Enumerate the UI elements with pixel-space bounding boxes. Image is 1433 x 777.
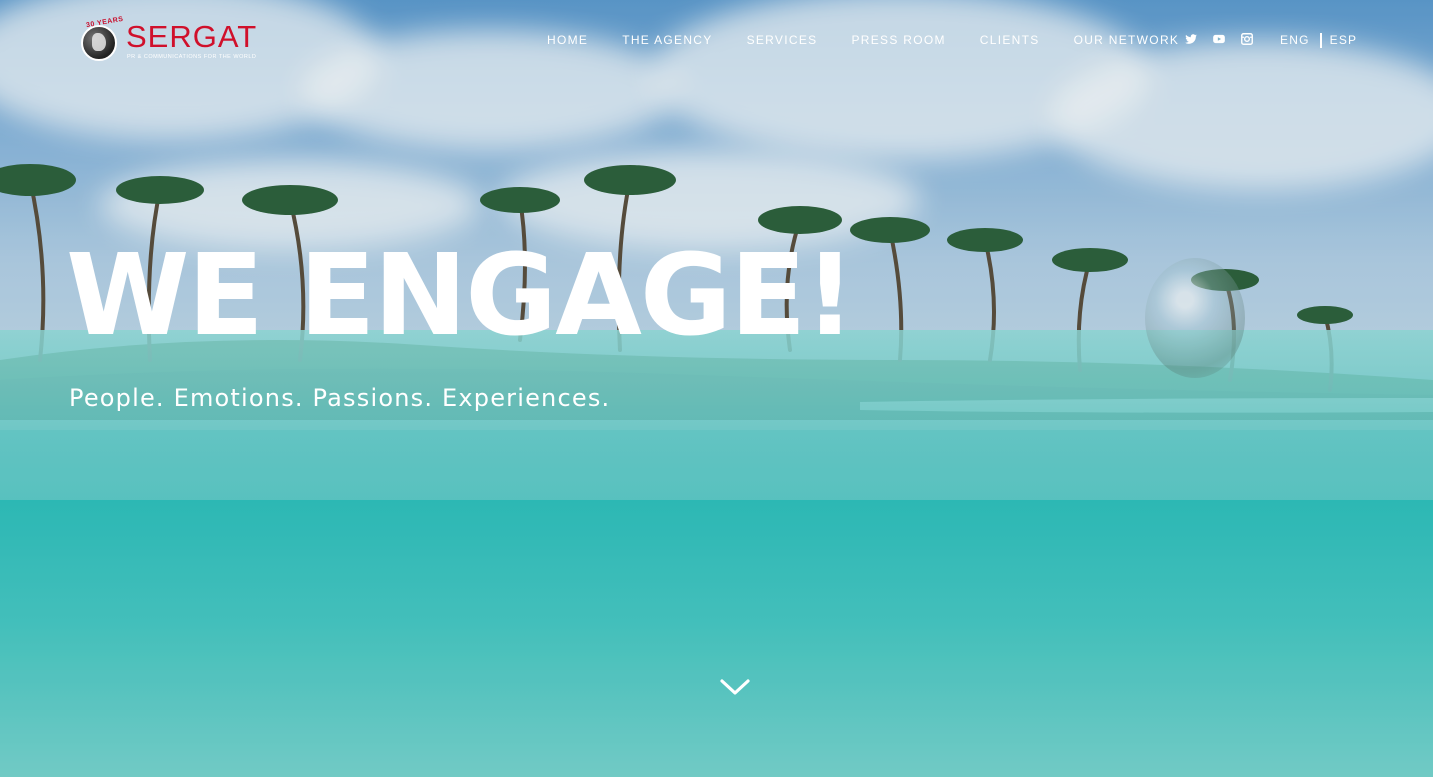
lang-esp-link[interactable]: ESP <box>1330 32 1358 48</box>
logo-tagline: PR & COMMUNICATIONS FOR THE WORLD <box>127 54 257 60</box>
youtube-icon[interactable] <box>1212 32 1226 46</box>
lang-divider <box>1319 32 1322 48</box>
nav-item-services[interactable]: SERVICES <box>747 32 818 48</box>
globe-icon <box>81 25 117 61</box>
nav-item-home[interactable]: HOME <box>547 32 588 48</box>
nav-item-clients[interactable]: CLIENTS <box>980 32 1040 48</box>
main-nav: HOME THE AGENCY SERVICES PRESS ROOM CLIE… <box>547 32 1179 48</box>
nav-item-our-network[interactable]: OUR NETWORK <box>1074 32 1180 48</box>
twitter-icon[interactable] <box>1184 32 1198 46</box>
language-switcher: ENG ESP <box>1280 32 1357 48</box>
logo[interactable]: 30 YEARS SERGAT PR & COMMUNICATIONS FOR … <box>78 16 274 64</box>
scroll-down-button[interactable] <box>719 676 751 698</box>
social-links <box>1184 31 1254 47</box>
chevron-down-icon <box>720 679 750 695</box>
nav-item-the-agency[interactable]: THE AGENCY <box>622 32 712 48</box>
logo-wordmark: SERGAT <box>126 19 258 54</box>
nav-item-press-room[interactable]: PRESS ROOM <box>851 32 945 48</box>
hero-title: WE ENGAGE! <box>66 231 855 361</box>
hero-subtitle: People. Emotions. Passions. Experiences. <box>69 384 611 412</box>
instagram-icon[interactable] <box>1240 32 1254 46</box>
lang-eng-link[interactable]: ENG <box>1280 32 1310 48</box>
